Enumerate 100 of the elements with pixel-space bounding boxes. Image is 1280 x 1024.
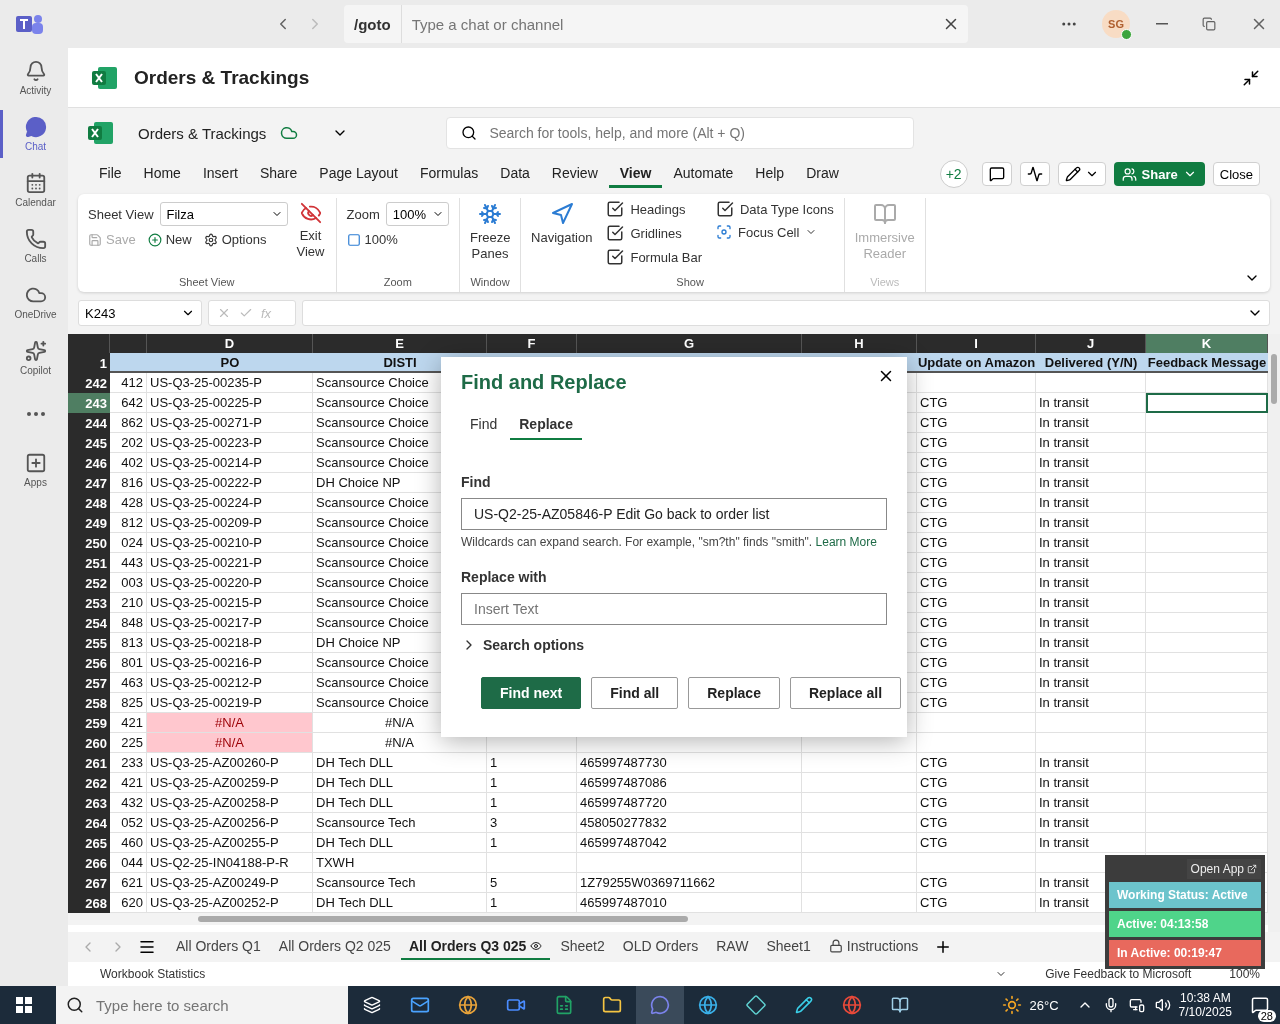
menu-tab[interactable]: Review — [540, 160, 609, 188]
column-header[interactable]: F — [487, 334, 577, 353]
row-header[interactable]: 250 — [68, 533, 110, 553]
dialog-tab[interactable]: Replace — [510, 410, 582, 440]
row-header[interactable]: 251 — [68, 553, 110, 573]
sheet-view-dropdown[interactable]: Filza — [159, 202, 288, 226]
rail-item[interactable]: Calendar — [0, 166, 68, 214]
menu-tab[interactable]: Share — [248, 160, 309, 188]
edit-mode-button[interactable] — [1057, 162, 1106, 186]
formula-input[interactable] — [302, 300, 1270, 326]
row-header[interactable]: 245 — [68, 433, 110, 453]
menu-tab[interactable]: File — [88, 160, 133, 188]
column-header[interactable]: K — [1146, 334, 1268, 353]
collaborators-count[interactable]: +2 — [939, 160, 968, 188]
scrollbar-thumb[interactable] — [198, 916, 688, 922]
weather-reading[interactable]: 26°C — [1029, 997, 1059, 1013]
row-header[interactable]: 247 — [68, 473, 110, 493]
collapse-icon[interactable] — [1242, 68, 1260, 87]
menu-tab[interactable]: Help — [744, 160, 796, 188]
zoom-reset-button[interactable]: 100% — [346, 232, 449, 247]
search-field[interactable]: Search for tools, help, and more (Alt + Q) — [487, 124, 900, 142]
row-header[interactable]: 243 — [68, 393, 110, 413]
checkbox[interactable]: Gridlines — [606, 224, 702, 242]
dialog-button[interactable]: Replace all — [789, 677, 902, 709]
column-header[interactable]: G — [577, 334, 802, 353]
row-header[interactable]: 253 — [68, 593, 110, 613]
comments-button[interactable] — [981, 162, 1012, 186]
dialog-button[interactable]: Find next — [481, 677, 582, 709]
sheet-tab[interactable]: All Orders Q1 — [168, 934, 269, 960]
restore-button[interactable] — [1200, 15, 1218, 33]
menu-tab[interactable]: Automate — [662, 160, 745, 188]
sheet-tab[interactable]: Instructions — [820, 934, 927, 960]
row-header[interactable]: 262 — [68, 773, 110, 793]
row-header[interactable]: 261 — [68, 753, 110, 773]
freeze-panes-button[interactable]: Freeze Panes — [470, 202, 510, 262]
row-header[interactable]: 265 — [68, 833, 110, 853]
row-header[interactable]: 248 — [68, 493, 110, 513]
row-header[interactable]: 249 — [68, 513, 110, 533]
row-header[interactable]: 260 — [68, 733, 110, 753]
column-header[interactable]: H — [802, 334, 917, 353]
exit-view-button[interactable]: Exit View — [295, 202, 326, 260]
row-header[interactable]: 258 — [68, 693, 110, 713]
taskbar-search-field[interactable]: Type here to search — [94, 995, 338, 1015]
name-box[interactable]: K243 — [78, 300, 202, 326]
menu-tab[interactable]: Insert — [191, 160, 249, 188]
dialog-button[interactable]: Replace — [688, 677, 780, 709]
row-header[interactable]: 267 — [68, 873, 110, 893]
menu-tab[interactable]: Page Layout — [308, 160, 409, 188]
sheet-tab[interactable]: OLD Orders — [614, 934, 707, 960]
row-header[interactable]: 244 — [68, 413, 110, 433]
menu-tab[interactable]: Formulas — [408, 160, 490, 188]
checkbox[interactable]: Headings — [606, 200, 702, 218]
new-button[interactable]: New — [147, 232, 192, 247]
volume-icon[interactable] — [1154, 997, 1171, 1013]
notifications-button[interactable]: 28 — [1240, 986, 1280, 1024]
search-bar[interactable]: Search for tools, help, and more (Alt + Q) — [446, 117, 915, 149]
chat-search-field[interactable]: Type a chat or channel — [401, 15, 942, 33]
sheet-tab[interactable]: Sheet2 — [552, 934, 613, 960]
search-bar[interactable]: /goto Type a chat or channel — [344, 5, 968, 43]
row-header[interactable]: 259 — [68, 713, 110, 733]
focus-cell-button[interactable]: Focus Cell — [716, 224, 834, 240]
column-header[interactable]: J — [1036, 334, 1146, 353]
rail-item[interactable]: Calls — [0, 222, 68, 270]
rail-item[interactable]: Activity — [0, 54, 68, 102]
sheet-tab[interactable]: Sheet1 — [758, 934, 819, 960]
dialog-button[interactable]: Find all — [591, 677, 679, 709]
replace-field[interactable]: Insert Text — [461, 593, 887, 625]
menu-tab[interactable]: Home — [132, 160, 192, 188]
row-header[interactable]: 255 — [68, 633, 110, 653]
activity-button[interactable] — [1019, 162, 1050, 186]
scrollbar-thumb[interactable] — [1271, 354, 1277, 404]
menu-tab[interactable]: Draw — [795, 160, 850, 188]
row-header[interactable]: 263 — [68, 793, 110, 813]
feedback-link[interactable]: Give Feedback to Microsoft — [1045, 967, 1192, 981]
weather-icon[interactable] — [1001, 995, 1022, 1015]
sheet-tab[interactable]: All Orders Q2 025 — [270, 934, 399, 960]
row-header[interactable]: 257 — [68, 673, 110, 693]
user-avatar[interactable]: SG — [1102, 10, 1130, 38]
clock[interactable]: 10:38 AM 7/10/2025 — [1178, 991, 1232, 1019]
rail-item[interactable]: Copilot — [0, 334, 68, 382]
row-header[interactable]: 264 — [68, 813, 110, 833]
checkbox[interactable]: Data Type Icons — [716, 200, 834, 218]
sheet-tab[interactable]: RAW — [708, 934, 757, 960]
options-button[interactable]: Options — [203, 232, 267, 247]
workbook-statistics[interactable]: Workbook Statistics — [100, 967, 206, 981]
row-header[interactable]: 254 — [68, 613, 110, 633]
row-header[interactable]: 268 — [68, 893, 110, 913]
row-header[interactable]: 266 — [68, 853, 110, 873]
column-header[interactable]: E — [313, 334, 487, 353]
menu-icon[interactable] — [138, 938, 156, 956]
menu-tab[interactable]: Data — [489, 160, 541, 188]
menu-tab[interactable]: View — [608, 160, 663, 188]
network-icon[interactable] — [1128, 997, 1145, 1013]
checkbox[interactable]: Formula Bar — [606, 248, 702, 266]
learn-more-link[interactable]: Learn More — [815, 535, 877, 549]
row-header[interactable]: 242 — [68, 373, 110, 393]
taskbar-search-bar[interactable]: Type here to search — [56, 986, 348, 1024]
sheet-tab[interactable]: All Orders Q3 025 — [400, 934, 551, 960]
close-workbook-button[interactable]: Close — [1212, 162, 1260, 186]
navigation-button[interactable]: Navigation — [531, 202, 593, 246]
